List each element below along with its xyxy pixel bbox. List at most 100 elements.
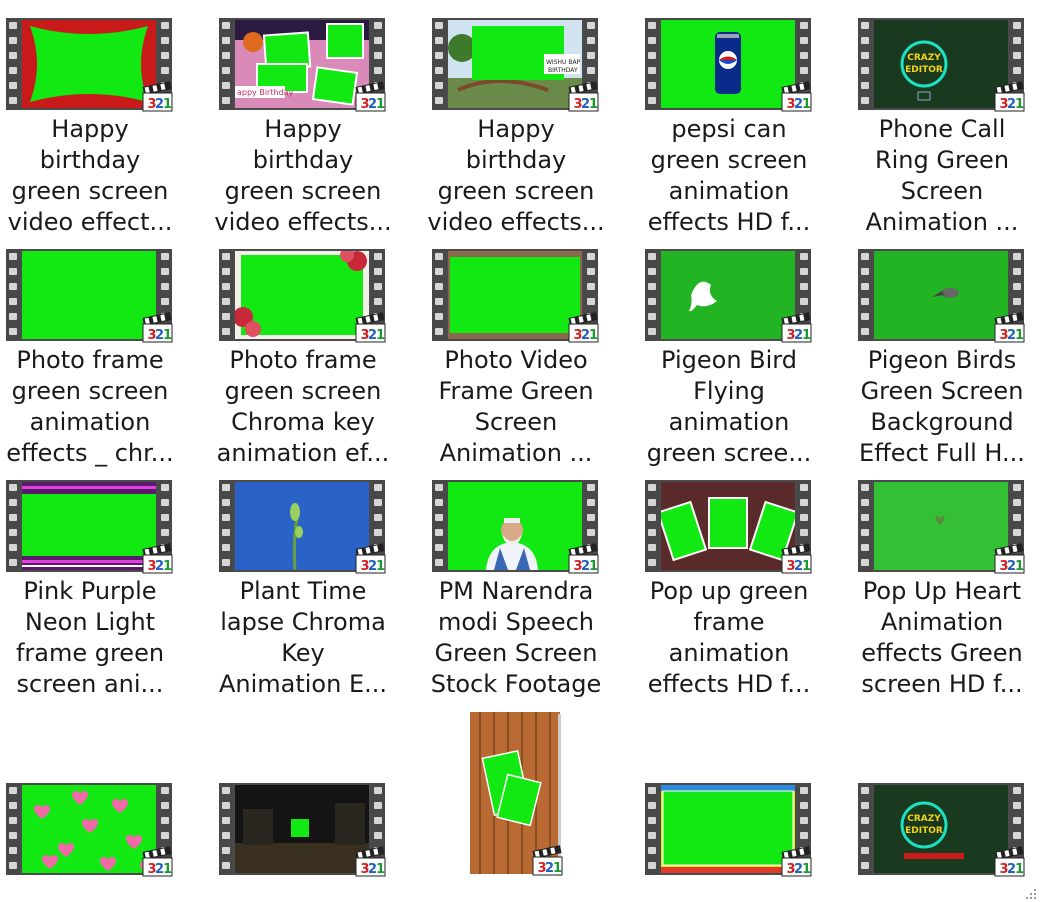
sprocket-hole: [1013, 484, 1021, 491]
media-player-classic-icon: 3 2 1: [779, 311, 813, 345]
svg-text:CRAZY: CRAZY: [907, 814, 941, 824]
file-name-line: video effect...: [7, 208, 173, 236]
file-item[interactable]: 3 2 1 Pink Purple Neon Light frame green sc…: [0, 480, 212, 700]
sprocket-hole: [374, 283, 382, 290]
sprocket-hole: [222, 298, 230, 305]
film-sprocket-edge: [219, 783, 233, 875]
sprocket-hole: [374, 484, 382, 491]
sprocket-hole: [222, 268, 230, 275]
sprocket-hole: [9, 514, 17, 521]
sprocket-hole: [435, 499, 443, 506]
svg-text:1: 1: [376, 862, 385, 877]
video-thumbnail[interactable]: 3 2 1: [6, 783, 173, 877]
file-grid: 3 2 1 Happy birthday green screen video eff…: [0, 0, 1041, 902]
video-thumbnail[interactable]: 3 2 1: [6, 18, 173, 112]
video-thumbnail[interactable]: 3 2 1: [432, 249, 599, 343]
file-item[interactable]: 3 2 1 pepsi can green screen animation effe…: [639, 18, 851, 238]
media-player-classic-icon: 3 2 1: [779, 80, 813, 114]
svg-text:EDITOR: EDITOR: [905, 826, 943, 836]
sprocket-hole: [861, 847, 869, 854]
thumbnail-frame: appy Birthday: [235, 20, 369, 108]
file-item[interactable]: 3 2 1 Pigeon Bird Flying animation green sc…: [639, 249, 851, 469]
sprocket-hole: [161, 22, 169, 29]
svg-text:1: 1: [802, 862, 811, 877]
sprocket-hole: [861, 22, 869, 29]
video-thumbnail[interactable]: WISHU BAP BIRTHDAY 3 2 1: [432, 18, 599, 112]
video-thumbnail[interactable]: 3 2 1: [219, 480, 386, 574]
file-name: Pop up green frame animation effects HD f..…: [639, 576, 819, 700]
file-item[interactable]: 3 2 1 Photo Video Frame Green Screen Animat…: [426, 249, 638, 469]
sprocket-hole: [800, 832, 808, 839]
sprocket-hole: [9, 802, 17, 809]
sprocket-hole: [435, 484, 443, 491]
file-item[interactable]: 3 2 1: [426, 712, 638, 876]
media-player-classic-icon: 3 2 1: [140, 542, 174, 576]
video-thumbnail[interactable]: appy Birthday 3 2 1: [219, 18, 386, 112]
file-item[interactable]: 3 2 1 Pop up green frame animation effects …: [639, 480, 851, 700]
video-thumbnail[interactable]: 3 2 1: [858, 249, 1025, 343]
media-player-classic-icon: 3 2 1: [530, 844, 564, 878]
video-thumbnail[interactable]: 3 2 1: [645, 783, 812, 877]
sprocket-hole: [587, 484, 595, 491]
file-name-line: green screen: [437, 177, 595, 205]
video-thumbnail[interactable]: 3 2 1: [6, 249, 173, 343]
video-thumbnail[interactable]: 3 2 1: [432, 480, 599, 574]
video-thumbnail[interactable]: 3 2 1: [858, 480, 1025, 574]
file-item[interactable]: 3 2 1 Plant Time lapse Chroma Key Animation…: [213, 480, 425, 700]
sprocket-hole: [435, 514, 443, 521]
sprocket-hole: [1013, 529, 1021, 536]
file-name: Plant Time lapse Chroma Key Animation E...: [213, 576, 393, 700]
sprocket-hole: [648, 862, 656, 869]
sprocket-hole: [222, 22, 230, 29]
video-thumbnail[interactable]: 3 2 1: [219, 783, 386, 877]
video-thumbnail[interactable]: CRAZY EDITOR 3 2 1: [858, 18, 1025, 112]
thumbnail-frame: [22, 20, 156, 108]
file-item[interactable]: 3 2 1: [213, 783, 425, 879]
sprocket-hole: [1013, 787, 1021, 794]
resize-grip-icon[interactable]: [1025, 888, 1037, 900]
file-item[interactable]: appy Birthday 3 2 1 Happy birthday green s…: [213, 18, 425, 238]
file-item[interactable]: 3 2 1 Happy birthday green screen video eff…: [0, 18, 212, 238]
file-item[interactable]: 3 2 1 Pigeon Birds Green Screen Background…: [852, 249, 1041, 469]
media-player-classic-icon: 3 2 1: [566, 80, 600, 114]
video-thumbnail[interactable]: 3 2 1: [6, 480, 173, 574]
sprocket-hole: [648, 802, 656, 809]
thumbnail-frame: [874, 251, 1008, 339]
file-name-line: modi Speech: [438, 608, 594, 636]
video-thumbnail[interactable]: 3 2 1: [645, 249, 812, 343]
sprocket-hole: [9, 298, 17, 305]
sprocket-hole: [1013, 52, 1021, 59]
video-thumbnail[interactable]: 3 2 1: [219, 249, 386, 343]
thumbnail-frame: WISHU BAP BIRTHDAY: [448, 20, 582, 108]
thumbnail-frame: CRAZY EDITOR: [874, 20, 1008, 108]
sprocket-hole: [374, 787, 382, 794]
file-item[interactable]: 3 2 1 Photo frame green screen Chroma key a…: [213, 249, 425, 469]
file-item[interactable]: CRAZY EDITOR 3 2 1: [852, 783, 1041, 879]
sprocket-hole: [9, 283, 17, 290]
file-item[interactable]: 3 2 1 PM Narendra modi Speech Green Screen…: [426, 480, 638, 700]
file-item[interactable]: 3 2 1 Pop Up Heart Animation effects Green…: [852, 480, 1041, 700]
file-name-line: animation: [29, 408, 151, 436]
file-name: Happy birthday green screen video effect...: [0, 114, 180, 238]
file-item[interactable]: 3 2 1: [639, 783, 851, 879]
film-sprocket-edge: [858, 480, 872, 572]
sprocket-hole: [1013, 37, 1021, 44]
sprocket-hole: [161, 514, 169, 521]
file-name-line: Happy: [51, 115, 129, 143]
file-item[interactable]: WISHU BAP BIRTHDAY 3 2 1 Happy birthday gr…: [426, 18, 638, 238]
video-thumbnail[interactable]: 3 2 1: [645, 480, 812, 574]
sprocket-hole: [161, 52, 169, 59]
file-item[interactable]: 3 2 1 Photo frame green screen animation ef…: [0, 249, 212, 469]
sprocket-hole: [374, 817, 382, 824]
svg-text:1: 1: [163, 559, 172, 574]
sprocket-hole: [648, 499, 656, 506]
sprocket-hole: [587, 37, 595, 44]
svg-text:1: 1: [376, 559, 385, 574]
file-item[interactable]: CRAZY EDITOR 3 2 1 Phone Call Ring Green S…: [852, 18, 1041, 238]
sprocket-hole: [9, 529, 17, 536]
video-thumbnail[interactable]: 3 2 1: [645, 18, 812, 112]
file-name-line: lapse Chroma: [220, 608, 386, 636]
sprocket-hole: [800, 499, 808, 506]
file-item[interactable]: 3 2 1: [0, 783, 212, 879]
video-thumbnail[interactable]: CRAZY EDITOR 3 2 1: [858, 783, 1025, 877]
